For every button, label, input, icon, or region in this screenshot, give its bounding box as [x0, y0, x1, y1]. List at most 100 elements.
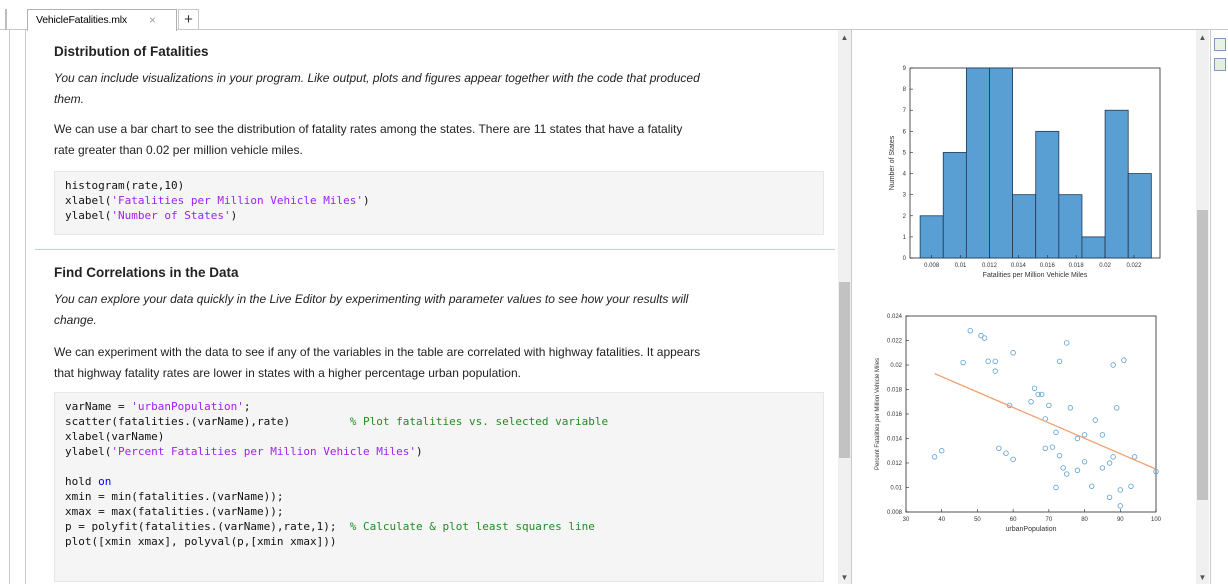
code-line: scatter(fatalities.(varName),rate) % Plo…: [65, 415, 609, 428]
plot-area: [905, 315, 1157, 513]
new-tab-button[interactable]: +: [178, 9, 199, 29]
x-tick-label: 30: [903, 517, 910, 523]
x-tick-label: 0.02: [1099, 263, 1111, 269]
scatter-figure[interactable]: 0.008 0.01 0.012 0.014 0.016 0.018 0.02 0.022 0.…: [858, 310, 1193, 550]
y-tick-label: 8: [903, 87, 907, 93]
y-tick-label: 0.01: [890, 486, 902, 492]
text-line: them.: [54, 92, 85, 106]
y-tick-label: 9: [903, 66, 907, 72]
document-scrollbar-thumb[interactable]: [839, 282, 850, 458]
code-line: xmin = min(fatalities.(varName));: [65, 490, 284, 503]
y-tick-label: 2: [903, 214, 907, 220]
histogram-bar: [919, 215, 944, 259]
code-line: plot([xmin xmax], polyval(p,[xmin xmax])…: [65, 535, 337, 548]
histogram-bar: [1081, 236, 1106, 259]
x-tick-label: 40: [938, 517, 945, 523]
y-tick-label: 0.02: [890, 363, 902, 369]
output-pane: 0 1 2 3 4 5 6 7 8 9 0.008 0.01 0.012 0.014 0.016 0.018 0…: [858, 30, 1193, 584]
output-scrollbar-thumb[interactable]: [1197, 210, 1208, 500]
histogram-bar: [1104, 109, 1129, 259]
left-frame-line: [9, 30, 10, 584]
histogram-figure[interactable]: 0 1 2 3 4 5 6 7 8 9 0.008 0.01 0.012 0.014 0.016 0.018 0…: [858, 60, 1193, 300]
pane-divider[interactable]: [851, 30, 852, 584]
text-line: We can use a bar chart to see the distri…: [54, 122, 683, 136]
x-axis-label: Fatalities per Million Vehicle Miles: [983, 272, 1088, 279]
y-tick-label: 3: [903, 193, 907, 199]
scroll-up-icon[interactable]: ▲: [838, 32, 851, 44]
x-tick-label: 50: [974, 517, 981, 523]
code-line: ylabel('Number of States'): [65, 209, 238, 222]
x-tick-label: 100: [1151, 517, 1162, 523]
right-frame-line: [1210, 30, 1211, 584]
scroll-down-icon[interactable]: ▼: [1196, 572, 1209, 584]
section2-description: You can explore your data quickly in the…: [54, 289, 824, 331]
tab-gutter: [5, 9, 7, 30]
text-line: change.: [54, 313, 97, 327]
scroll-up-icon[interactable]: ▲: [1196, 32, 1209, 44]
section-heading-distribution: Distribution of Fatalities: [54, 44, 209, 59]
code-line: varName = 'urbanPopulation';: [65, 400, 251, 413]
histogram-bar: [989, 67, 1014, 259]
tab-vehiclefatalities[interactable]: VehicleFatalities.mlx ×: [27, 9, 177, 31]
section-divider: [35, 249, 835, 250]
live-editor-window: VehicleFatalities.mlx × + Distribution o…: [0, 0, 1228, 584]
y-tick-label: 4: [903, 172, 907, 178]
output-scrollbar[interactable]: ▲ ▼: [1196, 30, 1209, 584]
histogram-bar: [1012, 194, 1037, 259]
x-tick-label: 0.01: [955, 263, 967, 269]
section1-paragraph: We can use a bar chart to see the distri…: [54, 119, 824, 161]
code-block-histogram[interactable]: histogram(rate,10) xlabel('Fatalities pe…: [54, 171, 824, 235]
code-line: hold on: [65, 475, 112, 488]
code-line: xmax = max(fatalities.(varName));: [65, 505, 284, 518]
text-line: that highway fatality rates are lower in…: [54, 366, 521, 380]
text-line: You can explore your data quickly in the…: [54, 292, 689, 306]
code-line: xlabel('Fatalities per Million Vehicle M…: [65, 194, 370, 207]
code-line: histogram(rate,10): [65, 179, 185, 192]
scroll-down-icon[interactable]: ▼: [838, 572, 851, 584]
histogram-bar: [965, 67, 990, 259]
section1-description: You can include visualizations in your p…: [54, 68, 824, 110]
x-tick-label: 0.018: [1069, 263, 1085, 269]
x-axis-label: urbanPopulation: [1006, 526, 1057, 533]
code-block-scatter[interactable]: varName = 'urbanPopulation'; scatter(fat…: [54, 392, 824, 582]
x-tick-label: 0.016: [1040, 263, 1056, 269]
y-tick-label: 0.024: [887, 314, 903, 320]
y-tick-label: 7: [903, 108, 907, 114]
x-tick-label: 90: [1117, 517, 1124, 523]
output-inline-icon[interactable]: [1214, 38, 1226, 51]
code-line: ylabel('Percent Fatalities per Million V…: [65, 445, 423, 458]
x-tick-label: 0.008: [924, 263, 940, 269]
section-heading-correlations: Find Correlations in the Data: [54, 265, 239, 280]
y-tick-label: 0.018: [887, 388, 903, 394]
output-right-icon[interactable]: [1214, 58, 1226, 71]
x-tick-label: 0.014: [1011, 263, 1027, 269]
x-tick-label: 0.022: [1126, 263, 1142, 269]
text-line: We can experiment with the data to see i…: [54, 345, 701, 359]
close-icon[interactable]: ×: [149, 13, 156, 27]
y-tick-label: 5: [903, 150, 907, 156]
y-tick-label: 0.014: [887, 437, 903, 443]
y-tick-label: 0.016: [887, 412, 903, 418]
y-tick-label: 1: [903, 235, 907, 241]
tab-label: VehicleFatalities.mlx: [36, 14, 127, 26]
histogram-bar: [1058, 194, 1083, 259]
histogram-bar: [942, 152, 967, 259]
document-scrollbar[interactable]: ▲ ▼: [838, 30, 851, 584]
code-line: xlabel(varName): [65, 430, 165, 443]
y-axis-label: Percent Fatalities per Million Vehicle M…: [875, 358, 881, 470]
code-line: p = polyfit(fatalities.(varName),rate,1)…: [65, 520, 595, 533]
y-axis-label: Number of States: [889, 135, 896, 190]
x-tick-label: 70: [1046, 517, 1053, 523]
left-gutter-line: [25, 30, 26, 584]
x-tick-label: 80: [1081, 517, 1088, 523]
x-tick-label: 0.012: [982, 263, 998, 269]
live-script-document: Distribution of Fatalities You can inclu…: [35, 30, 835, 584]
y-tick-label: 6: [903, 129, 907, 135]
histogram-bar: [1127, 173, 1152, 259]
y-tick-label: 0.012: [887, 461, 903, 467]
section2-paragraph: We can experiment with the data to see i…: [54, 342, 824, 384]
text-line: rate greater than 0.02 per million vehic…: [54, 143, 303, 157]
tab-bar: VehicleFatalities.mlx × +: [0, 0, 1228, 31]
x-tick-label: 60: [1010, 517, 1017, 523]
